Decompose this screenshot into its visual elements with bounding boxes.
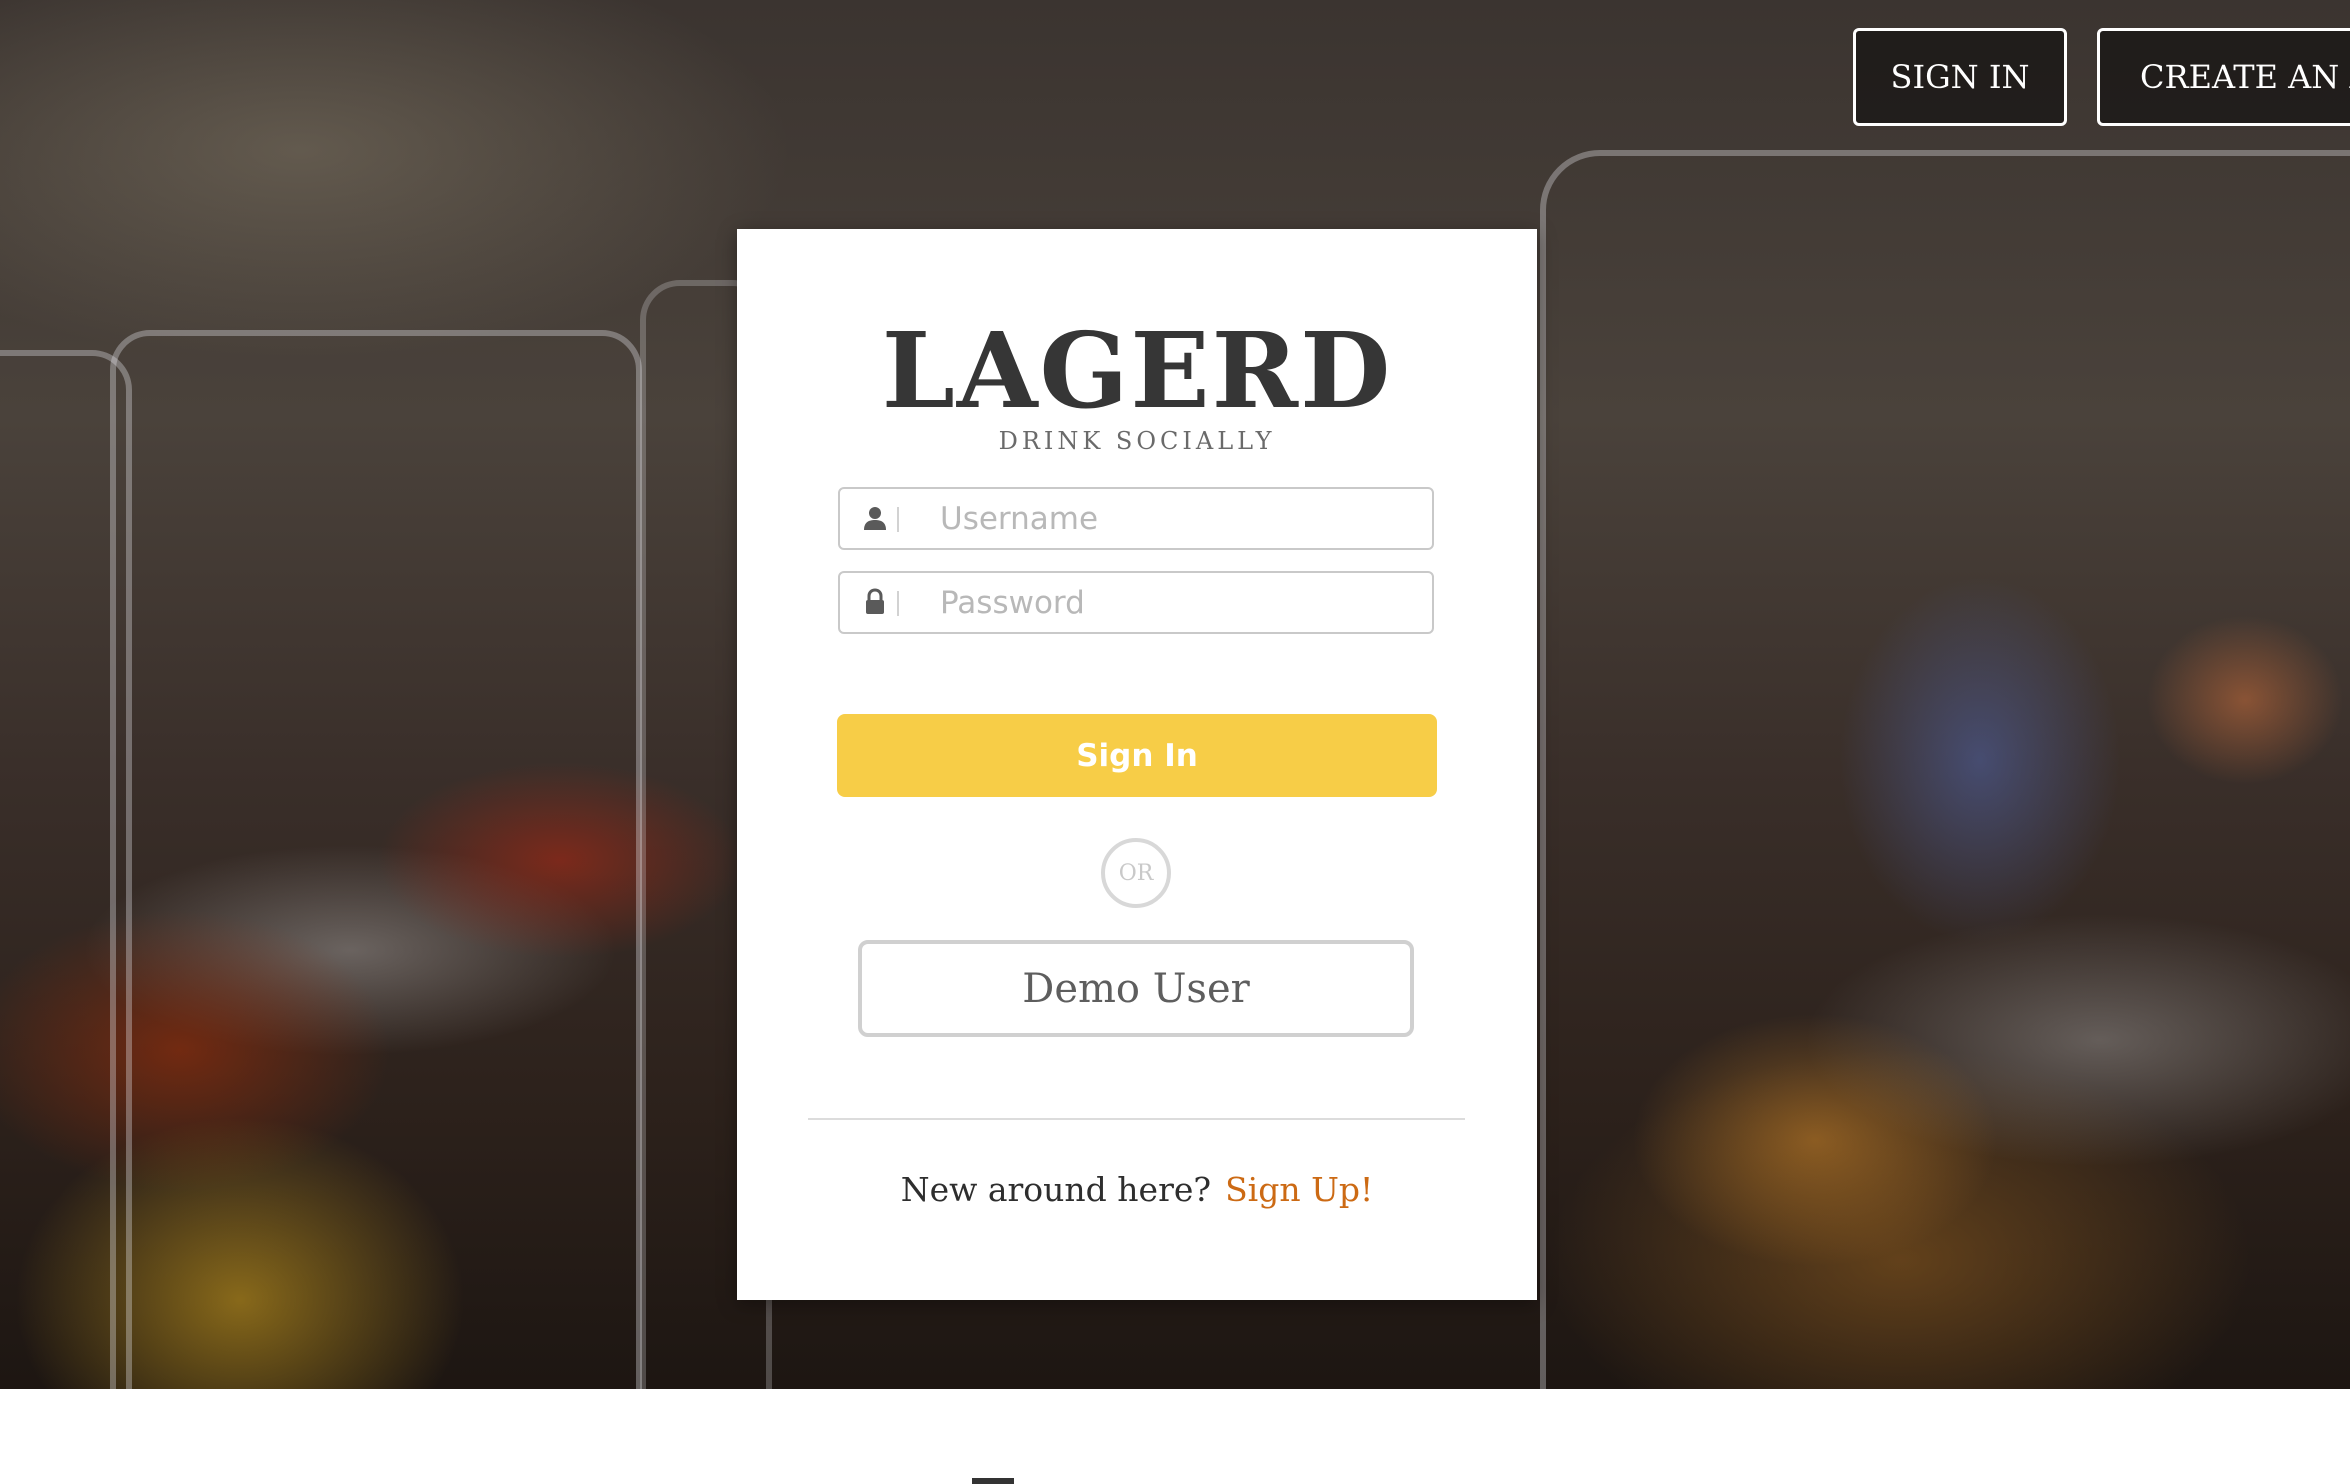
glass-rim-decoration	[1540, 150, 2350, 1389]
signup-prompt-line: New around here? Sign Up!	[737, 1170, 1537, 1209]
signup-prompt-text: New around here?	[900, 1170, 1212, 1209]
nav-signin-button[interactable]: SIGN IN	[1853, 28, 2067, 126]
login-card: LAGERD DRINK SOCIALLY Sign In OR Demo Us…	[737, 229, 1537, 1300]
glass-rim-decoration	[110, 330, 642, 1389]
glass-rim-decoration	[0, 350, 132, 1389]
section-heading-mark	[972, 1478, 1014, 1484]
app-tagline: DRINK SOCIALLY	[998, 427, 1276, 455]
username-input[interactable]	[940, 489, 1420, 548]
lock-icon	[866, 588, 884, 614]
or-divider: OR	[1101, 838, 1171, 908]
password-field[interactable]	[838, 571, 1434, 634]
password-input[interactable]	[940, 573, 1420, 632]
sign-in-button[interactable]: Sign In	[837, 714, 1437, 797]
card-divider	[808, 1118, 1465, 1120]
username-field[interactable]	[838, 487, 1434, 550]
app-logo: LAGERD	[881, 309, 1393, 432]
field-separator	[897, 507, 899, 532]
user-icon	[864, 507, 886, 530]
demo-user-button[interactable]: Demo User	[858, 940, 1414, 1037]
signup-link[interactable]: Sign Up!	[1225, 1170, 1373, 1209]
nav-create-account-button[interactable]: CREATE AN A	[2097, 28, 2350, 126]
field-separator	[897, 591, 899, 616]
